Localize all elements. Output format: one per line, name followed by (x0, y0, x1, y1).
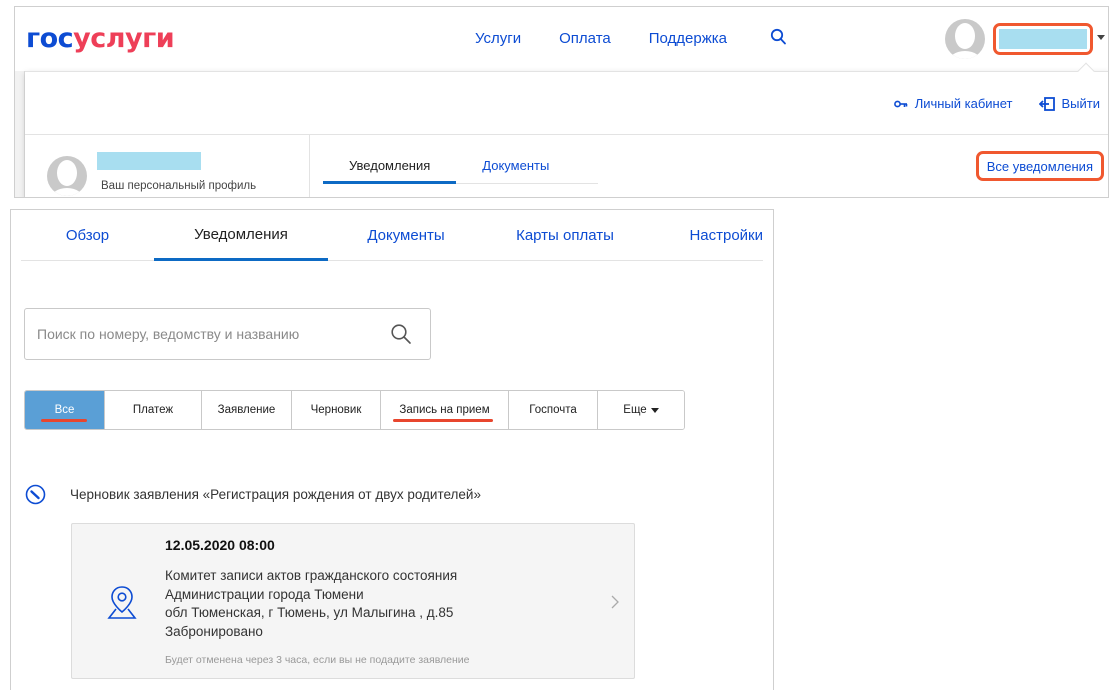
avatar (47, 156, 87, 196)
appointment-details: Комитет записи актов гражданского состоя… (165, 567, 457, 641)
chevron-down-icon[interactable] (1097, 35, 1105, 40)
key-icon (893, 100, 907, 107)
chevron-right-icon (611, 595, 619, 609)
avatar-silhouette-icon (948, 23, 982, 59)
profile-label: Ваш персональный профиль (101, 180, 257, 192)
nav-payment[interactable]: Оплата (559, 30, 611, 47)
search-box (24, 308, 431, 360)
profile-dropdown: Личный кабинет Выйти Ваш персональный пр… (25, 62, 1108, 197)
tab-overview[interactable]: Обзор (21, 210, 154, 261)
profile-name-redacted (97, 152, 201, 170)
highlight-underline (41, 419, 87, 422)
pencil-circle-icon (25, 484, 46, 505)
filter-bar: Все Платеж Заявление Черновик Запись на … (24, 390, 685, 430)
location-pin-icon (107, 586, 137, 619)
logout-icon (1038, 96, 1055, 111)
filter-more[interactable]: Еще (598, 391, 684, 429)
dropdown-tabs: Уведомления Документы (323, 158, 598, 184)
cancellation-note: Будет отменена через 3 часа, если вы не … (165, 654, 470, 666)
filter-gospochta[interactable]: Госпочта (509, 391, 598, 429)
gosuslugi-logo[interactable]: госуслуги (26, 23, 175, 54)
nav-support[interactable]: Поддержка (649, 30, 727, 47)
main-tabs: Обзор Уведомления Документы Карты оплаты… (21, 210, 763, 261)
filter-all[interactable]: Все (25, 391, 105, 429)
appointment-status: Забронировано (165, 623, 263, 639)
background-page-strip (15, 71, 25, 197)
filter-payment[interactable]: Платеж (105, 391, 202, 429)
caret-down-icon (650, 407, 659, 413)
notification-title: Черновик заявления «Регистрация рождения… (70, 487, 481, 502)
highlight-underline (393, 419, 493, 422)
avatar[interactable] (945, 19, 985, 59)
main-nav: Услуги Оплата Поддержка (475, 30, 765, 47)
nav-services[interactable]: Услуги (475, 30, 521, 47)
filter-draft[interactable]: Черновик (292, 391, 381, 429)
filter-application[interactable]: Заявление (202, 391, 292, 429)
search-icon[interactable] (390, 323, 412, 345)
all-notifications-link[interactable]: Все уведомления (975, 151, 1104, 181)
tab-notifications[interactable]: Уведомления (154, 210, 328, 261)
tab-documents[interactable]: Документы (456, 158, 575, 184)
notification-card[interactable]: 12.05.2020 08:00 Комитет записи актов гр… (71, 523, 635, 679)
tab-payment-cards[interactable]: Карты оплаты (484, 210, 646, 261)
notifications-page-screenshot: Обзор Уведомления Документы Карты оплаты… (10, 209, 774, 690)
tab-settings[interactable]: Настройки (646, 210, 763, 261)
filter-appointment[interactable]: Запись на прием (381, 391, 509, 429)
profile-menu-screenshot: госуслуги Услуги Оплата Поддержка Личный… (14, 6, 1109, 198)
logout-link[interactable]: Выйти (1038, 96, 1100, 111)
user-name-redacted[interactable] (993, 23, 1093, 55)
site-header: госуслуги Услуги Оплата Поддержка (15, 7, 1108, 71)
tab-documents[interactable]: Документы (328, 210, 484, 261)
search-icon[interactable] (770, 28, 788, 48)
appointment-date: 12.05.2020 08:00 (165, 537, 275, 553)
tab-notifications[interactable]: Уведомления (323, 158, 457, 184)
search-input[interactable] (37, 309, 377, 359)
avatar-silhouette-icon (50, 160, 84, 196)
personal-cabinet-link[interactable]: Личный кабинет (893, 96, 1013, 111)
